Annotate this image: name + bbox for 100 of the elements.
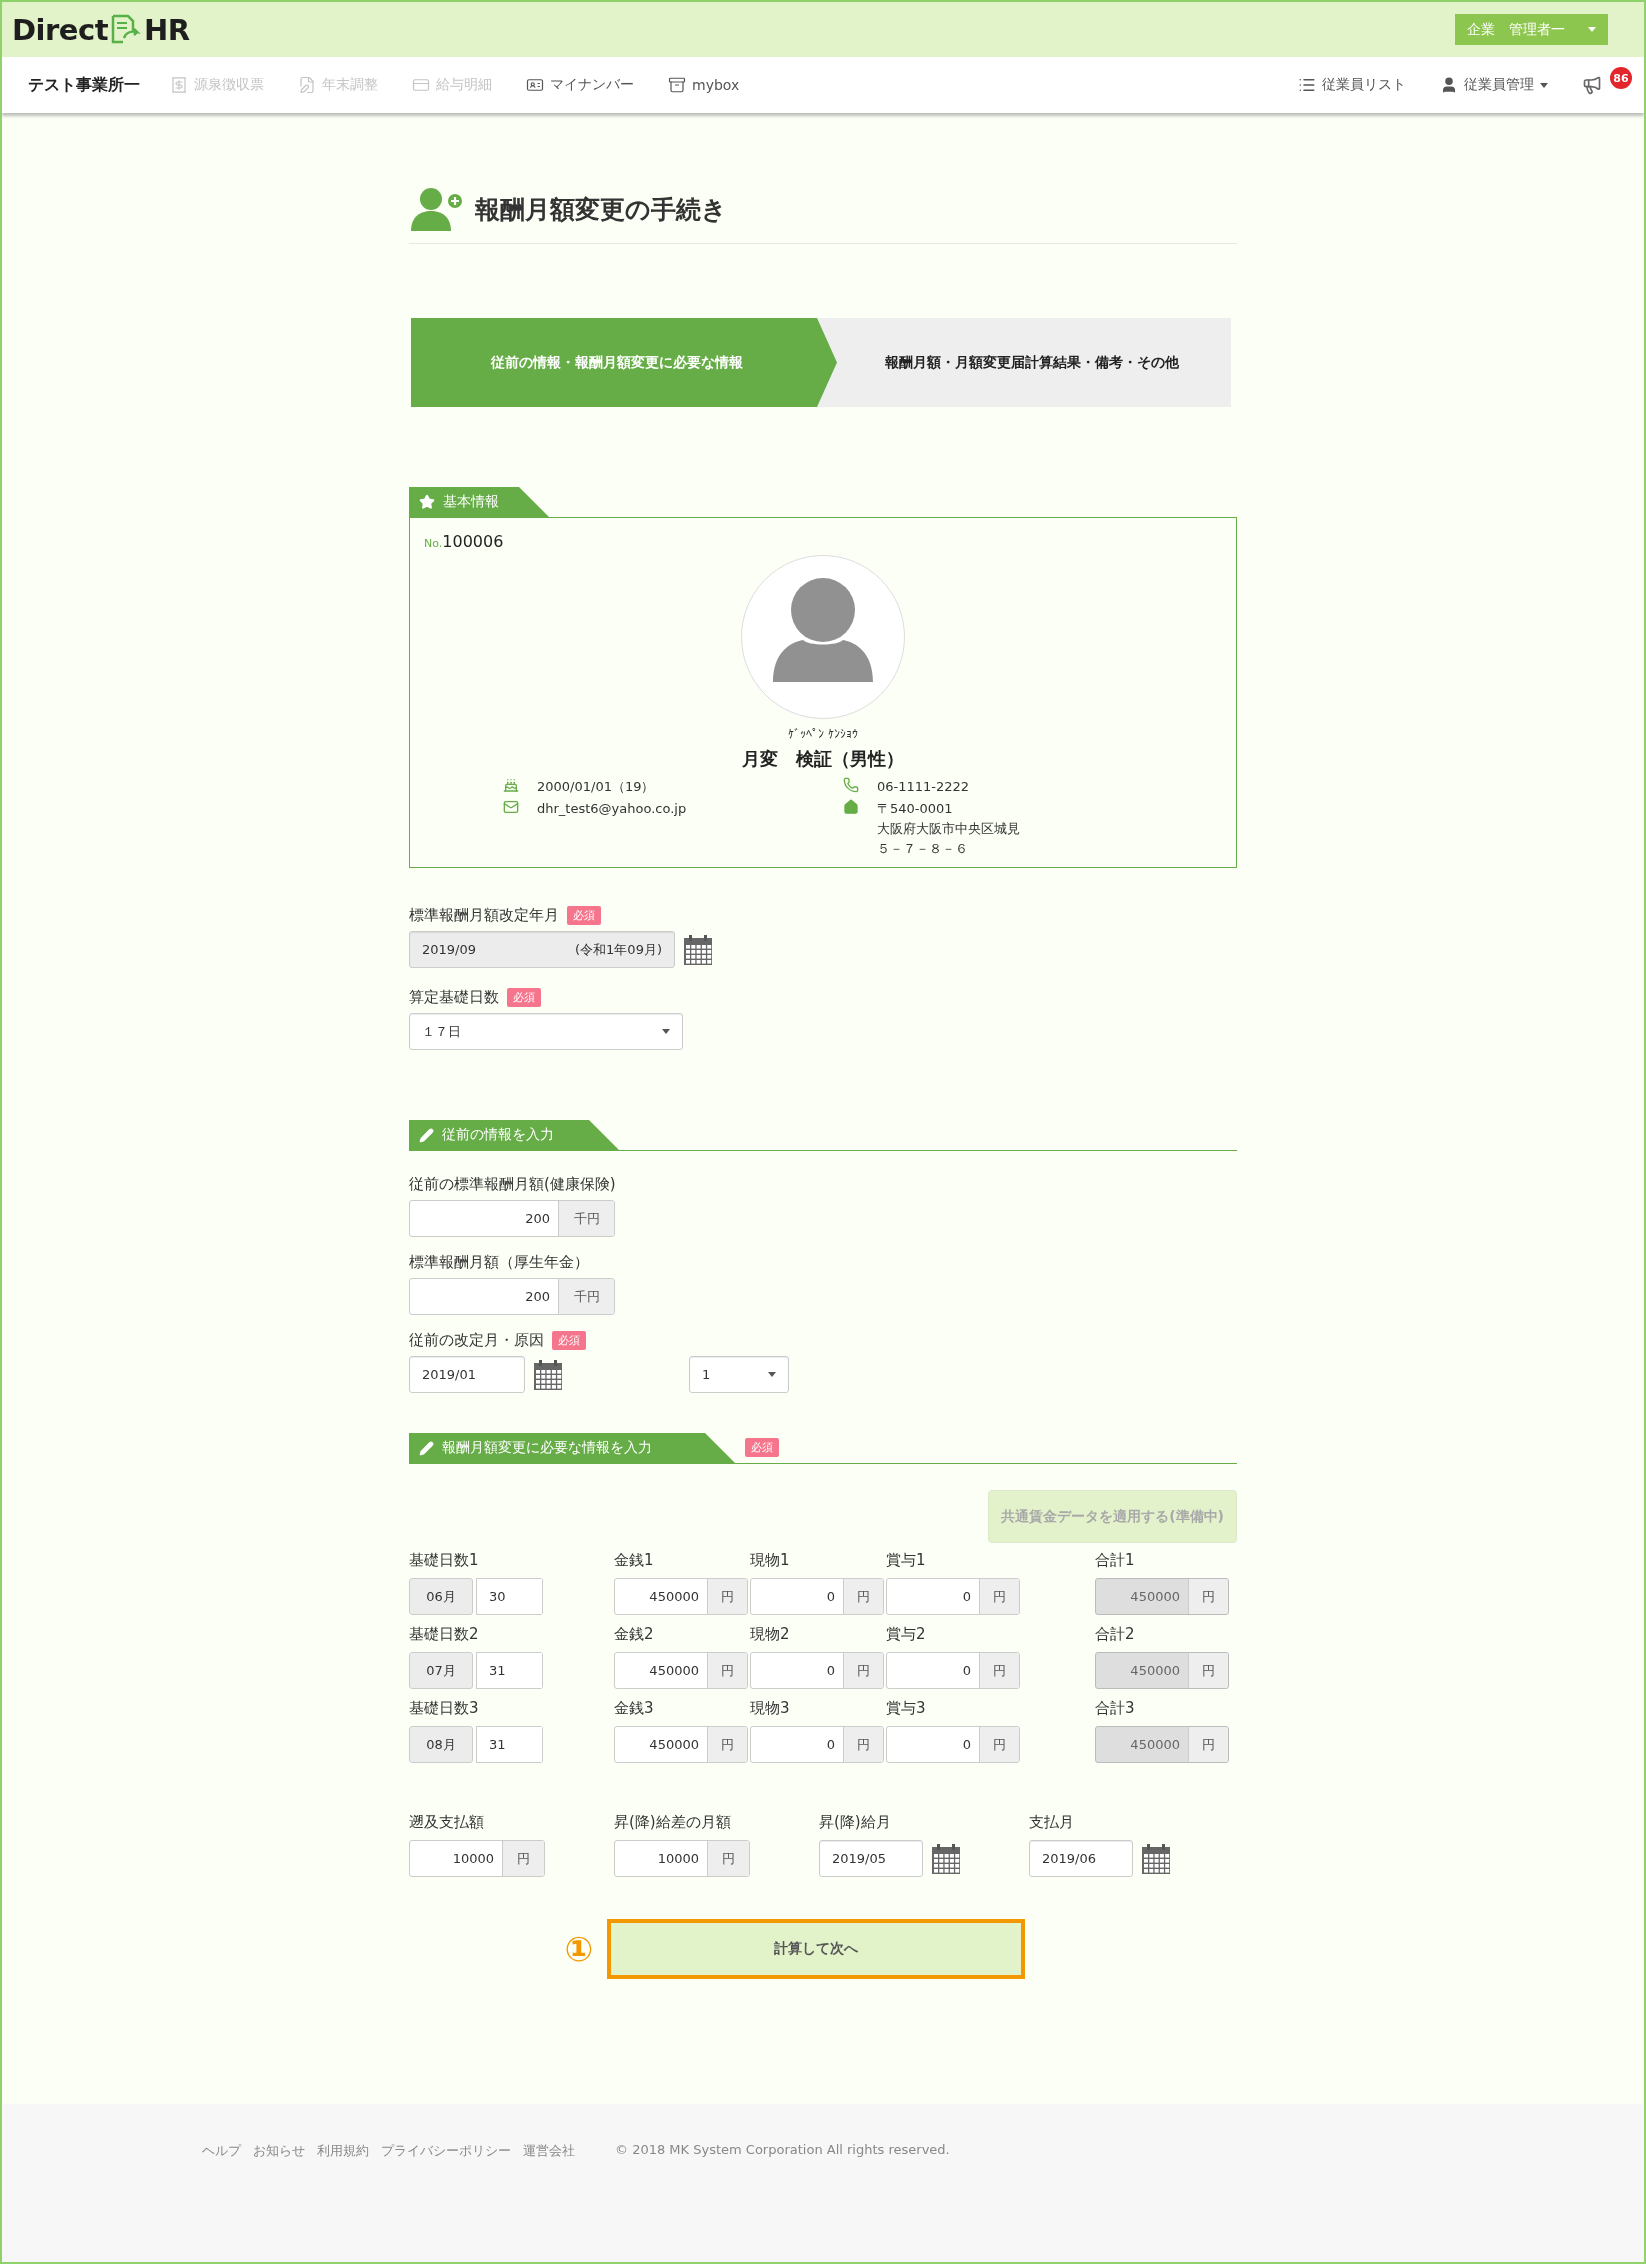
calendar-icon[interactable] <box>533 1358 563 1391</box>
field-label: 現物3 <box>750 1699 791 1718</box>
mail-icon <box>503 799 519 815</box>
amount-field[interactable]: 450000 円 <box>614 1652 748 1689</box>
amount-field[interactable]: 10000 円 <box>614 1840 750 1877</box>
calendar-icon[interactable] <box>683 933 713 966</box>
phone-icon <box>843 777 859 793</box>
phone-number: 06-1111-2222 <box>877 778 970 796</box>
megaphone-icon[interactable] <box>1582 75 1602 95</box>
footer-link[interactable]: 運営会社 <box>523 2142 575 2160</box>
logo-text: HR <box>144 12 190 47</box>
field-label: 算定基礎日数 <box>409 988 499 1007</box>
amount-field[interactable]: 0 円 <box>886 1726 1020 1763</box>
date-field[interactable]: 2019/09 (令和1年09月) <box>409 931 675 968</box>
notification-badge: 86 <box>1610 67 1632 89</box>
pencil-icon <box>419 1440 434 1456</box>
amount-field[interactable]: 200 千円 <box>409 1278 615 1315</box>
footer-link[interactable]: お知らせ <box>253 2142 305 2160</box>
field-label: 合計3 <box>1095 1699 1136 1718</box>
date-field[interactable]: 2019/05 <box>819 1840 923 1877</box>
cake-icon <box>503 777 519 793</box>
logo-icon <box>110 13 143 46</box>
amount-field[interactable]: 0 円 <box>886 1578 1020 1615</box>
address-line: 大阪府大阪市中央区城見 <box>877 820 1020 838</box>
caret-icon <box>1540 82 1548 88</box>
field-label: 昇(降)給月 <box>819 1813 892 1832</box>
nav-link[interactable]: mybox <box>668 76 740 94</box>
field-label: 標準報酬月額改定年月 <box>409 906 559 925</box>
nav-link[interactable]: 従業員管理 <box>1440 76 1548 94</box>
field-label: 現物2 <box>750 1625 791 1644</box>
caret-icon <box>1588 27 1596 32</box>
field-label: 賞与3 <box>886 1699 927 1718</box>
field-label: 支払月 <box>1029 1813 1075 1832</box>
field-label: 従前の標準報酬月額(健康保険) <box>409 1175 616 1194</box>
date-field[interactable]: 2019/01 <box>409 1356 525 1393</box>
total-field[interactable]: 450000 円 <box>1095 1578 1229 1615</box>
footer-link[interactable]: プライバシーポリシー <box>381 2142 511 2160</box>
star-icon <box>419 494 435 510</box>
receipt-icon <box>170 76 188 94</box>
field-label: 現物1 <box>750 1551 791 1570</box>
name-kana: ｹﾞｯﾍﾟﾝ ｹﾝｼｮｳ <box>788 727 858 741</box>
amount-field[interactable]: 450000 円 <box>614 1578 748 1615</box>
employee-number: 100006 <box>442 532 504 551</box>
total-field[interactable]: 450000 円 <box>1095 1652 1229 1689</box>
amount-field[interactable]: 0 円 <box>886 1652 1020 1689</box>
amount-field[interactable]: 10000 円 <box>409 1840 545 1877</box>
field-label: 金銭2 <box>614 1625 655 1644</box>
total-field[interactable]: 450000 円 <box>1095 1726 1229 1763</box>
box-icon <box>668 76 686 94</box>
field-label: 賞与1 <box>886 1551 927 1570</box>
field-label: 昇(降)給差の月額 <box>614 1813 732 1832</box>
id-card-icon <box>526 76 544 94</box>
calendar-icon[interactable] <box>931 1842 961 1875</box>
field-label: 金銭1 <box>614 1551 655 1570</box>
address-line: ５－７－８－６ <box>877 840 969 858</box>
field-label: 金銭3 <box>614 1699 655 1718</box>
person-icon <box>1440 76 1458 94</box>
person-silhouette-icon <box>773 578 873 682</box>
caret-icon <box>768 1372 776 1377</box>
field-label: 標準報酬月額（厚生年金） <box>409 1253 589 1272</box>
field-label: 基礎日数1 <box>409 1551 480 1570</box>
field-label: 賞与2 <box>886 1625 927 1644</box>
amount-field[interactable]: 200 千円 <box>409 1200 615 1237</box>
field-label: 従前の改定月・原因 <box>409 1331 544 1350</box>
field-label: 合計2 <box>1095 1625 1136 1644</box>
employee-name: 月変 検証（男性） <box>742 747 904 771</box>
copyright-text: © 2018 MK System Corporation All rights reserved. <box>615 2142 950 2157</box>
caret-icon <box>662 1029 670 1034</box>
required-badge: 必須 <box>552 1331 586 1350</box>
number-prefix: No. <box>424 537 443 550</box>
amount-field[interactable]: 0 円 <box>750 1578 884 1615</box>
amount-field[interactable]: 0 円 <box>750 1726 884 1763</box>
nav-link[interactable]: 従業員リスト <box>1298 76 1406 94</box>
calendar-icon[interactable] <box>1141 1842 1171 1875</box>
card-icon <box>412 76 430 94</box>
field-label: 合計1 <box>1095 1551 1136 1570</box>
document-pen-icon <box>298 76 316 94</box>
footer-link[interactable]: ヘルプ <box>202 2142 241 2160</box>
email-address: dhr_test6@yahoo.co.jp <box>537 800 687 818</box>
days-select[interactable]: １７日 <box>409 1013 683 1050</box>
nav-link[interactable]: マイナンバー <box>526 76 634 94</box>
postal-code: 〒540-0001 <box>877 800 954 818</box>
house-icon <box>843 799 859 815</box>
step-marker: ① <box>564 1929 594 1969</box>
list-icon <box>1298 76 1316 94</box>
required-badge: 必須 <box>745 1438 779 1457</box>
cause-select[interactable]: 1 <box>689 1356 789 1393</box>
date-field[interactable]: 2019/06 <box>1029 1840 1133 1877</box>
required-badge: 必須 <box>507 988 541 1007</box>
amount-field[interactable]: 0 円 <box>750 1652 884 1689</box>
field-label: 遡及支払額 <box>409 1813 485 1832</box>
footer-link[interactable]: 利用規約 <box>317 2142 369 2160</box>
office-name: テスト事業所一 <box>28 74 140 96</box>
field-label: 基礎日数3 <box>409 1699 480 1718</box>
required-badge: 必須 <box>567 906 601 925</box>
amount-field[interactable]: 450000 円 <box>614 1726 748 1763</box>
birth-date: 2000/01/01（19） <box>537 778 655 796</box>
calculate-next-button[interactable]: 計算して次へ <box>607 1919 1026 1979</box>
logo-text: Direct <box>12 12 109 47</box>
field-label: 基礎日数2 <box>409 1625 480 1644</box>
